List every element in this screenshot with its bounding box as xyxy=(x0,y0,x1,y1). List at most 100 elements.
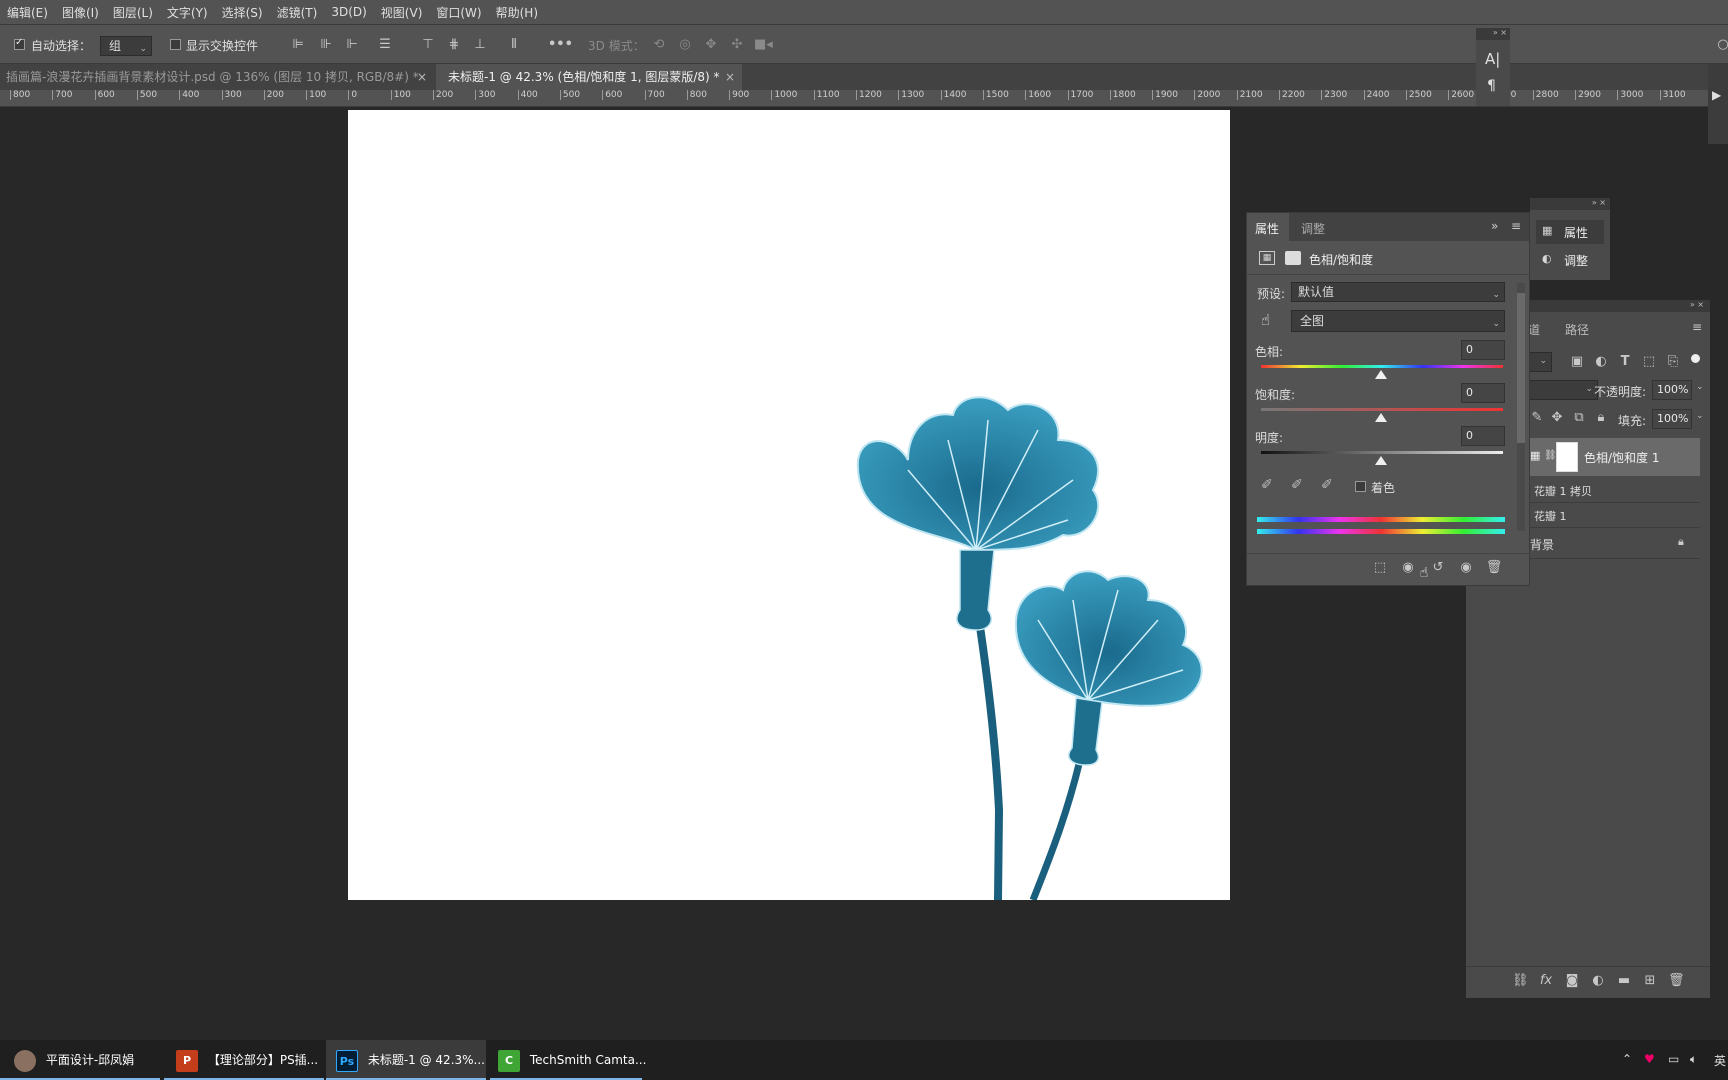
3d-orbit-icon[interactable]: ⟲ xyxy=(650,37,668,53)
delete-layer-icon[interactable]: 🗑︎ xyxy=(1668,973,1685,989)
network-icon[interactable]: ▭ xyxy=(1668,1052,1679,1066)
adjustment-icon[interactable]: ▦ xyxy=(1259,251,1275,265)
menu-view[interactable]: 视图(V) xyxy=(374,4,430,21)
align-hcenter-icon[interactable]: ⊪ xyxy=(318,37,334,53)
align-bottom-icon[interactable]: ⊥ xyxy=(472,37,488,53)
volume-icon[interactable]: 🔈︎ xyxy=(1690,1052,1697,1067)
blend-mode-dropdown[interactable]: ⌄ xyxy=(1528,380,1598,400)
hue-input[interactable]: 0 xyxy=(1461,340,1505,360)
menu-select[interactable]: 选择(S) xyxy=(215,4,270,21)
colorize-checkbox[interactable] xyxy=(1355,481,1366,492)
eyedropper-subtract-icon[interactable]: ✐ xyxy=(1321,477,1333,493)
menu-filter[interactable]: 滤镜(T) xyxy=(270,4,325,21)
layer-row-petal[interactable]: 花瓣 1 xyxy=(1528,503,1700,528)
layer-filter-dropdown[interactable]: ⌄ xyxy=(1528,352,1552,372)
smart-object-filter-icon[interactable]: ⎘ xyxy=(1666,354,1680,370)
mini-properties-button[interactable]: ▦ 属性 xyxy=(1536,220,1604,244)
delete-icon[interactable]: 🗑︎ xyxy=(1485,560,1503,576)
paragraph-panel-icon[interactable]: ¶ xyxy=(1487,78,1496,94)
hue-slider-track[interactable] xyxy=(1261,365,1503,368)
more-options-icon[interactable]: ••• xyxy=(548,37,573,53)
saturation-slider-track[interactable] xyxy=(1261,408,1503,411)
lightness-slider-thumb[interactable] xyxy=(1375,456,1387,465)
menu-help[interactable]: 帮助(H) xyxy=(489,4,545,21)
chevron-down-icon[interactable]: ⌄ xyxy=(1696,411,1704,421)
shape-filter-icon[interactable]: ⬚ xyxy=(1642,354,1656,370)
scrollbar[interactable] xyxy=(1517,283,1525,531)
menu-3d[interactable]: 3D(D) xyxy=(324,5,373,19)
hue-slider-thumb[interactable] xyxy=(1375,370,1387,379)
menu-window[interactable]: 窗口(W) xyxy=(429,4,488,21)
type-filter-icon[interactable]: T xyxy=(1618,354,1632,370)
layer-row-hue-saturation[interactable]: ▦ ⛓︎ 色相/饱和度 1 xyxy=(1528,438,1700,476)
tab-properties[interactable]: 属性 xyxy=(1247,213,1289,241)
mini-adjust-button[interactable]: ◐ 调整 xyxy=(1536,248,1604,272)
link-layers-icon[interactable]: ⛓︎ xyxy=(1512,973,1529,989)
view-previous-icon[interactable]: ◉ xyxy=(1399,560,1417,576)
layer-row-petal-copy[interactable]: 花瓣 1 拷贝 xyxy=(1528,478,1700,503)
lightness-slider-track[interactable] xyxy=(1261,451,1503,454)
taskbar-item-photoshop[interactable]: Ps 未标题-1 @ 42.3%... xyxy=(326,1040,486,1080)
layer-mask-thumbnail[interactable] xyxy=(1556,442,1578,472)
panel-menu-icon[interactable]: ≡ xyxy=(1511,219,1521,233)
chevron-down-icon[interactable]: ⌄ xyxy=(1696,382,1704,392)
3d-roll-icon[interactable]: ◎ xyxy=(676,37,694,53)
saturation-slider-thumb[interactable] xyxy=(1375,413,1387,422)
eyedropper-add-icon[interactable]: ✐ xyxy=(1291,477,1303,493)
adjustment-filter-icon[interactable]: ◐ xyxy=(1594,354,1608,370)
search-icon[interactable]: ○ xyxy=(1716,37,1728,53)
preset-dropdown[interactable]: 默认值 ⌄ xyxy=(1291,282,1505,302)
opacity-input[interactable]: 100% xyxy=(1652,380,1692,400)
3d-slide-icon[interactable]: ✣ xyxy=(728,37,746,53)
collapse-icon[interactable]: » xyxy=(1491,219,1498,233)
taskbar-item-camtasia[interactable]: C TechSmith Camta... xyxy=(490,1040,646,1080)
character-panel-icon[interactable]: A| xyxy=(1485,50,1500,68)
show-transform-checkbox[interactable] xyxy=(170,39,181,50)
panel-menu-icon[interactable]: ≡ xyxy=(1692,320,1702,334)
scrollbar-thumb[interactable] xyxy=(1517,293,1525,443)
new-adjustment-icon[interactable]: ◐ xyxy=(1590,973,1606,989)
taskbar-item-user[interactable]: 平面设计-邱凤娟 xyxy=(0,1040,160,1080)
fill-input[interactable]: 100% xyxy=(1652,409,1692,429)
new-layer-icon[interactable]: ⊞ xyxy=(1642,973,1658,989)
menu-layer[interactable]: 图层(L) xyxy=(106,4,160,21)
lightness-input[interactable]: 0 xyxy=(1461,426,1505,446)
saturation-input[interactable]: 0 xyxy=(1461,383,1505,403)
close-icon[interactable]: × xyxy=(725,64,735,90)
play-icon[interactable]: ▶ xyxy=(1712,88,1721,102)
targeted-adjust-hand-icon[interactable]: ☝︎ xyxy=(1261,311,1270,329)
distribute-icon[interactable]: ☰ xyxy=(377,37,393,53)
tab-adjust[interactable]: 调整 xyxy=(1301,220,1325,237)
lock-position-icon[interactable]: ✥ xyxy=(1550,410,1564,426)
reset-icon[interactable]: ↺ xyxy=(1429,560,1447,576)
menu-type[interactable]: 文字(Y) xyxy=(160,4,215,21)
tab-untitled-1[interactable]: 未标题-1 @ 42.3% (色相/饱和度 1, 图层蒙版/8) * × xyxy=(436,64,742,90)
range-dropdown[interactable]: 全图 ⌄ xyxy=(1291,310,1505,332)
filter-toggle-icon[interactable] xyxy=(1691,354,1700,363)
align-right-icon[interactable]: ⊩ xyxy=(344,37,360,53)
lock-pixels-icon[interactable]: ✎ xyxy=(1530,410,1544,426)
lock-artboard-icon[interactable]: ⧉ xyxy=(1572,410,1586,426)
tray-app-icon[interactable]: ♥ xyxy=(1644,1052,1655,1066)
add-mask-icon[interactable]: ◙ xyxy=(1564,973,1580,989)
distribute-vertical-icon[interactable]: ⦀ xyxy=(506,37,522,53)
tab-paths[interactable]: 路径 xyxy=(1565,321,1589,338)
taskbar-item-powerpoint[interactable]: P 【理论部分】PS插... xyxy=(164,1040,324,1080)
lock-all-icon[interactable]: 🔒︎ xyxy=(1594,410,1608,426)
tab-doc-psd[interactable]: 插画篇-浪漫花卉插画背景素材设计.psd @ 136% (图层 10 拷贝, R… xyxy=(0,64,434,90)
auto-select-checkbox[interactable] xyxy=(14,37,25,50)
menu-image[interactable]: 图像(I) xyxy=(55,4,106,21)
clip-to-layer-icon[interactable]: ⬚ xyxy=(1371,560,1389,576)
close-icon[interactable]: × xyxy=(417,64,427,90)
align-top-icon[interactable]: ⊤ xyxy=(420,37,436,53)
image-filter-icon[interactable]: ▣ xyxy=(1570,354,1584,370)
document-canvas[interactable] xyxy=(348,110,1230,900)
eyedropper-icon[interactable]: ✐ xyxy=(1261,477,1273,493)
menu-edit[interactable]: 编辑(E) xyxy=(0,4,55,21)
align-vcenter-icon[interactable]: ⋕ xyxy=(446,37,462,53)
3d-camera-icon[interactable]: ■◂ xyxy=(754,37,773,53)
chevron-up-icon[interactable]: ⌃ xyxy=(1622,1052,1632,1066)
fx-icon[interactable]: fx xyxy=(1538,973,1554,989)
new-group-icon[interactable]: ▬ xyxy=(1616,973,1632,989)
visibility-icon[interactable]: ◉ xyxy=(1457,560,1475,576)
